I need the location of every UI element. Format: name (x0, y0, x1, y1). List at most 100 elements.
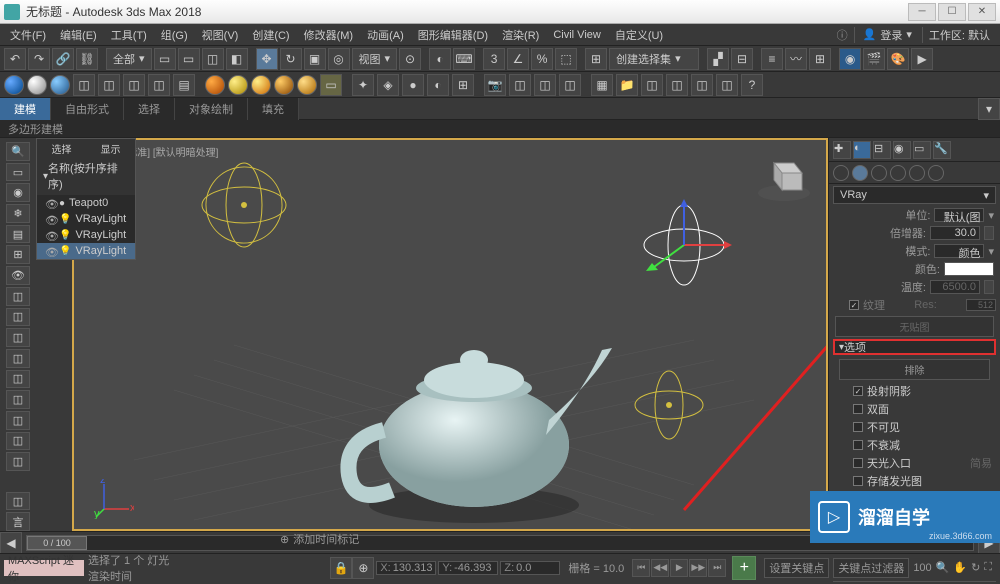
minimize-button[interactable]: ─ (908, 3, 936, 21)
render-frame-button[interactable]: ▶ (911, 48, 933, 70)
vray-sphere-icon[interactable]: ● (402, 74, 424, 96)
hierarchy-tab-icon[interactable]: ⊟ (873, 141, 891, 159)
rotate-button[interactable]: ↻ (280, 48, 302, 70)
skylight-checkbox[interactable] (853, 458, 863, 468)
menu-group[interactable]: 组(G) (155, 25, 194, 45)
align-button[interactable]: ⊟ (731, 48, 753, 70)
lbtn-e[interactable]: ◫ (6, 370, 30, 389)
teapot-object[interactable] (324, 310, 624, 530)
render-button[interactable]: 🎨 (887, 48, 909, 70)
redo-button[interactable]: ↷ (28, 48, 50, 70)
cam-sub-icon[interactable] (871, 165, 887, 181)
schematic-button[interactable]: ⊞ (809, 48, 831, 70)
color-swatch[interactable] (944, 262, 994, 276)
vray-tool3[interactable]: ◫ (559, 74, 581, 96)
vray-tool2[interactable]: ◫ (534, 74, 556, 96)
menu-create[interactable]: 创建(C) (246, 25, 295, 45)
next-frame-button[interactable]: ▶▶ (689, 559, 707, 577)
lbtn-h[interactable]: ◫ (6, 432, 30, 451)
display-tab-icon[interactable]: ▭ (913, 141, 931, 159)
menu-render[interactable]: 渲染(R) (496, 25, 545, 45)
lbtn-g[interactable]: ◫ (6, 411, 30, 430)
info-icon[interactable]: ⓘ (833, 27, 852, 43)
helper-icon[interactable] (890, 165, 906, 181)
lbtn-c[interactable]: ◫ (6, 328, 30, 347)
undo-button[interactable]: ↶ (4, 48, 26, 70)
select-name-button[interactable]: ▭ (178, 48, 200, 70)
se-header[interactable]: ▾ 名称(按升序排序) (37, 157, 135, 195)
utilities-tab-icon[interactable]: 🔧 (933, 141, 951, 159)
render-setup-button[interactable]: 🎬 (863, 48, 885, 70)
lbtn-i[interactable]: ◫ (6, 452, 30, 471)
unlink-button[interactable]: ⛓ (76, 48, 98, 70)
menu-civilview[interactable]: Civil View (547, 27, 606, 43)
link-button[interactable]: 🔗 (52, 48, 74, 70)
ribbon-tab-populate[interactable]: 填充 (248, 98, 299, 120)
vray-tool7[interactable]: ◫ (716, 74, 738, 96)
timeline-left-button[interactable]: ◀ (0, 532, 22, 554)
vray-btn1[interactable]: ◫ (73, 74, 95, 96)
vray-btn3[interactable]: ◫ (123, 74, 145, 96)
menu-animation[interactable]: 动画(A) (361, 25, 410, 45)
vray-vfb-icon[interactable]: ▦ (591, 74, 613, 96)
menu-file[interactable]: 文件(F) (4, 25, 52, 45)
se-item-light3[interactable]: 👁💡 VRayLight (37, 243, 135, 259)
named-selection-button[interactable]: ⊞ (585, 48, 607, 70)
add-time-tag-button[interactable]: + (732, 556, 756, 580)
vray-mat-icon[interactable] (4, 75, 24, 95)
vray-btn2[interactable]: ◫ (98, 74, 120, 96)
se-item-light1[interactable]: 👁💡 VRayLight (37, 211, 135, 227)
motion-tab-icon[interactable]: ◉ (893, 141, 911, 159)
lbtn-layer[interactable]: ▤ (6, 225, 30, 244)
selection-set-dropdown[interactable]: 创建选择集 ▾ (609, 48, 699, 70)
vray-tool5[interactable]: ◫ (666, 74, 688, 96)
vray-tool4[interactable]: ◫ (641, 74, 663, 96)
vray-tool6[interactable]: ◫ (691, 74, 713, 96)
keyboard-button[interactable]: ⌨ (453, 48, 475, 70)
vray-fur-icon[interactable]: ✦ (352, 74, 374, 96)
coord-mode-icon[interactable]: ⊕ (352, 557, 374, 579)
goto-end-button[interactable]: ⏭ (708, 559, 726, 577)
play-button[interactable]: ▶ (670, 559, 688, 577)
vray-ambient-icon[interactable] (297, 75, 317, 95)
vray-ies-icon[interactable] (274, 75, 294, 95)
vray-tool1[interactable]: ◫ (509, 74, 531, 96)
z-coord[interactable]: Z:0.0 (500, 561, 560, 575)
material-editor-button[interactable]: ◉ (839, 48, 861, 70)
vray-asset-icon[interactable]: 📁 (616, 74, 638, 96)
selected-light-gizmo[interactable] (634, 195, 734, 295)
sys-sub-icon[interactable] (928, 165, 944, 181)
maxscript-listener[interactable]: MAXScript 迷你 (4, 560, 84, 576)
vray-cam-icon[interactable]: 📷 (484, 74, 506, 96)
vray-btn5[interactable]: ▤ (173, 74, 195, 96)
lbtn-j[interactable]: ◫ (6, 492, 30, 511)
ribbon-tab-modeling[interactable]: 建模 (0, 98, 51, 120)
curve-editor-button[interactable]: 〰 (785, 48, 807, 70)
vray-mat3-icon[interactable] (50, 75, 70, 95)
lbtn-select[interactable]: ▭ (6, 163, 30, 182)
key-filter-button[interactable]: 关键点过滤器 (833, 558, 909, 578)
nav-pan-button[interactable]: ✋ (953, 561, 967, 574)
menu-view[interactable]: 视图(V) (196, 25, 245, 45)
vray-light-icon[interactable] (228, 75, 248, 95)
move-button[interactable]: ✥ (256, 48, 278, 70)
close-button[interactable]: ✕ (968, 3, 996, 21)
x-coord[interactable]: X:130.313 (376, 561, 436, 575)
vray-mat2-icon[interactable] (27, 75, 47, 95)
lbtn-search[interactable]: 🔍 (6, 142, 30, 161)
lbtn-k[interactable]: 言 (6, 512, 30, 531)
options-rollout-header[interactable]: ▾ 选项 (833, 339, 996, 355)
vray-instancer-icon[interactable]: ⊞ (452, 74, 474, 96)
addtime-label[interactable]: 添加时间标记 (293, 531, 359, 547)
light-gizmo-2[interactable] (629, 365, 709, 445)
menu-modifiers[interactable]: 修改器(M) (298, 25, 360, 45)
vray-btn4[interactable]: ◫ (148, 74, 170, 96)
se-tab-display[interactable]: 显示 (86, 139, 135, 157)
multiplier-value[interactable]: 30.0 (930, 226, 980, 240)
ribbon-tab-paint[interactable]: 对象绘制 (175, 98, 248, 120)
pivot-button[interactable]: ⊙ (399, 48, 421, 70)
select-button[interactable]: ▭ (154, 48, 176, 70)
vray-clipper-icon[interactable]: ◐ (427, 74, 449, 96)
lbtn-display[interactable]: ◉ (6, 183, 30, 202)
cast-shadows-checkbox[interactable]: ✓ (853, 386, 863, 396)
